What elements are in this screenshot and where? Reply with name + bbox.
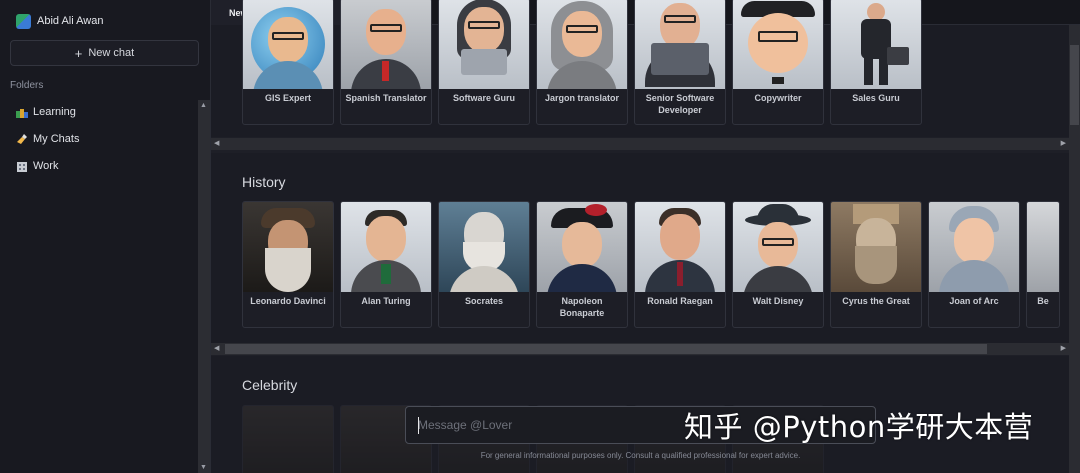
writing-hand-icon [16,133,28,145]
books-icon [16,106,28,118]
persona-card-sales-guru[interactable]: Sales Guru [830,0,922,125]
plus-icon: + [74,45,83,61]
card-name: Software Guru [452,93,515,103]
card-name: Jargon translator [544,93,620,103]
main-vertical-scrollbar[interactable] [1069,25,1080,473]
card-name: Napoleon Bonaparte [559,296,605,318]
celebrity-avatar [243,406,333,473]
scroll-left-arrow-icon[interactable]: ◀ [214,139,219,147]
persona-card-cyrus-the-great[interactable]: Cyrus the Great [830,201,922,328]
card-name: Alan Turing [361,296,411,306]
persona-card-spanish-translator[interactable]: Spanish Translator [340,0,432,125]
new-chat-button[interactable]: + New chat [10,40,199,66]
spanish-translator-avatar [341,0,431,89]
persona-card-ronald-raegan[interactable]: Ronald Raegan [634,201,726,328]
card-name: Sales Guru [852,93,900,103]
new-chat-label: New chat [88,47,135,59]
scroll-left-arrow-icon[interactable]: ◀ [214,344,219,352]
cyrus-the-great-avatar [831,202,921,292]
jargon-translator-avatar [537,0,627,89]
card-name: Copywriter [754,93,802,103]
persona-card-napoleon-bonaparte[interactable]: Napoleon Bonaparte [536,201,628,328]
text-caret [418,417,419,434]
persona-card-joan-of-arc[interactable]: Joan of Arc [928,201,1020,328]
persona-card-celebrity-1[interactable] [242,405,334,473]
assistants-section: GIS Expert Spanish Translator Software G… [211,0,1069,150]
persona-card-leonardo-davinci[interactable]: Leonardo Davinci [242,201,334,328]
folder-label: Learning [33,106,76,118]
folder-item-work[interactable]: Work [16,158,58,174]
software-guru-avatar [439,0,529,89]
card-name: Ronald Raegan [647,296,713,306]
persona-card-jargon-translator[interactable]: Jargon translator [536,0,628,125]
folder-item-my-chats[interactable]: My Chats [16,131,79,147]
persona-card-copywriter[interactable]: Copywriter [732,0,824,125]
persona-card-software-guru[interactable]: Software Guru [438,0,530,125]
leonardo-davinci-avatar [243,202,333,292]
sidebar: Abid Ali Awan + New chat Folders Learnin… [0,0,211,473]
persona-card-alan-turing[interactable]: Alan Turing [340,201,432,328]
card-name: Joan of Arc [949,296,999,306]
folder-item-learning[interactable]: Learning [16,104,76,120]
card-row: GIS Expert Spanish Translator Software G… [242,0,922,125]
folder-label: My Chats [33,133,80,145]
history-section: History Leonardo Davinci Alan Turing Soc… [211,153,1069,355]
folder-label: Work [33,160,59,172]
user-profile[interactable]: Abid Ali Awan [16,12,103,30]
persona-card-gis-expert[interactable]: GIS Expert [242,0,334,125]
card-row: Leonardo Davinci Alan Turing Socrates Na… [242,201,1060,328]
watermark: 知乎 @Python学研大本营 [684,410,1034,444]
joan-of-arc-avatar [929,202,1019,292]
ronald-raegan-avatar [635,202,725,292]
card-name: Socrates [464,296,504,306]
gis-expert-avatar [243,0,333,89]
partial-avatar [1027,202,1059,292]
office-building-icon [16,160,28,172]
disclaimer-text: For general informational purposes only.… [480,451,801,460]
history-horizontal-scrollbar[interactable]: ◀ ▶ [211,343,1069,355]
card-name: GIS Expert [264,93,311,103]
scrollbar-thumb[interactable] [1070,45,1079,125]
assistants-horizontal-scrollbar[interactable]: ◀ ▶ [211,138,1069,150]
scrollbar-thumb[interactable] [225,344,987,354]
copywriter-avatar [733,0,823,89]
card-name: Senior Software Developer [645,93,715,115]
folders-heading: Folders [10,80,44,91]
persona-card-senior-software-developer[interactable]: Senior Software Developer [634,0,726,125]
section-title: History [242,174,286,190]
walt-disney-avatar [733,202,823,292]
card-name: Cyrus the Great [842,296,910,306]
sidebar-scrollbar[interactable]: ▲ ▼ [198,100,210,473]
alan-turing-avatar [341,202,431,292]
user-name: Abid Ali Awan [37,15,104,27]
card-name: Be [1037,296,1049,306]
scroll-up-arrow-icon[interactable]: ▲ [200,102,207,109]
section-title: Celebrity [242,377,298,393]
user-avatar [16,13,31,29]
scroll-down-arrow-icon[interactable]: ▼ [200,464,207,471]
scroll-right-arrow-icon[interactable]: ▶ [1061,344,1066,352]
persona-card-walt-disney[interactable]: Walt Disney [732,201,824,328]
napoleon-bonaparte-avatar [537,202,627,292]
app-window: Abid Ali Awan + New chat Folders Learnin… [0,0,1080,473]
senior-software-developer-avatar [635,0,725,89]
persona-card-partial[interactable]: Be [1026,201,1060,328]
sales-guru-avatar [831,0,921,89]
card-name: Walt Disney [752,296,804,306]
scroll-right-arrow-icon[interactable]: ▶ [1061,139,1066,147]
card-name: Spanish Translator [345,93,427,103]
card-name: Leonardo Davinci [250,296,326,306]
persona-card-socrates[interactable]: Socrates [438,201,530,328]
socrates-avatar [439,202,529,292]
